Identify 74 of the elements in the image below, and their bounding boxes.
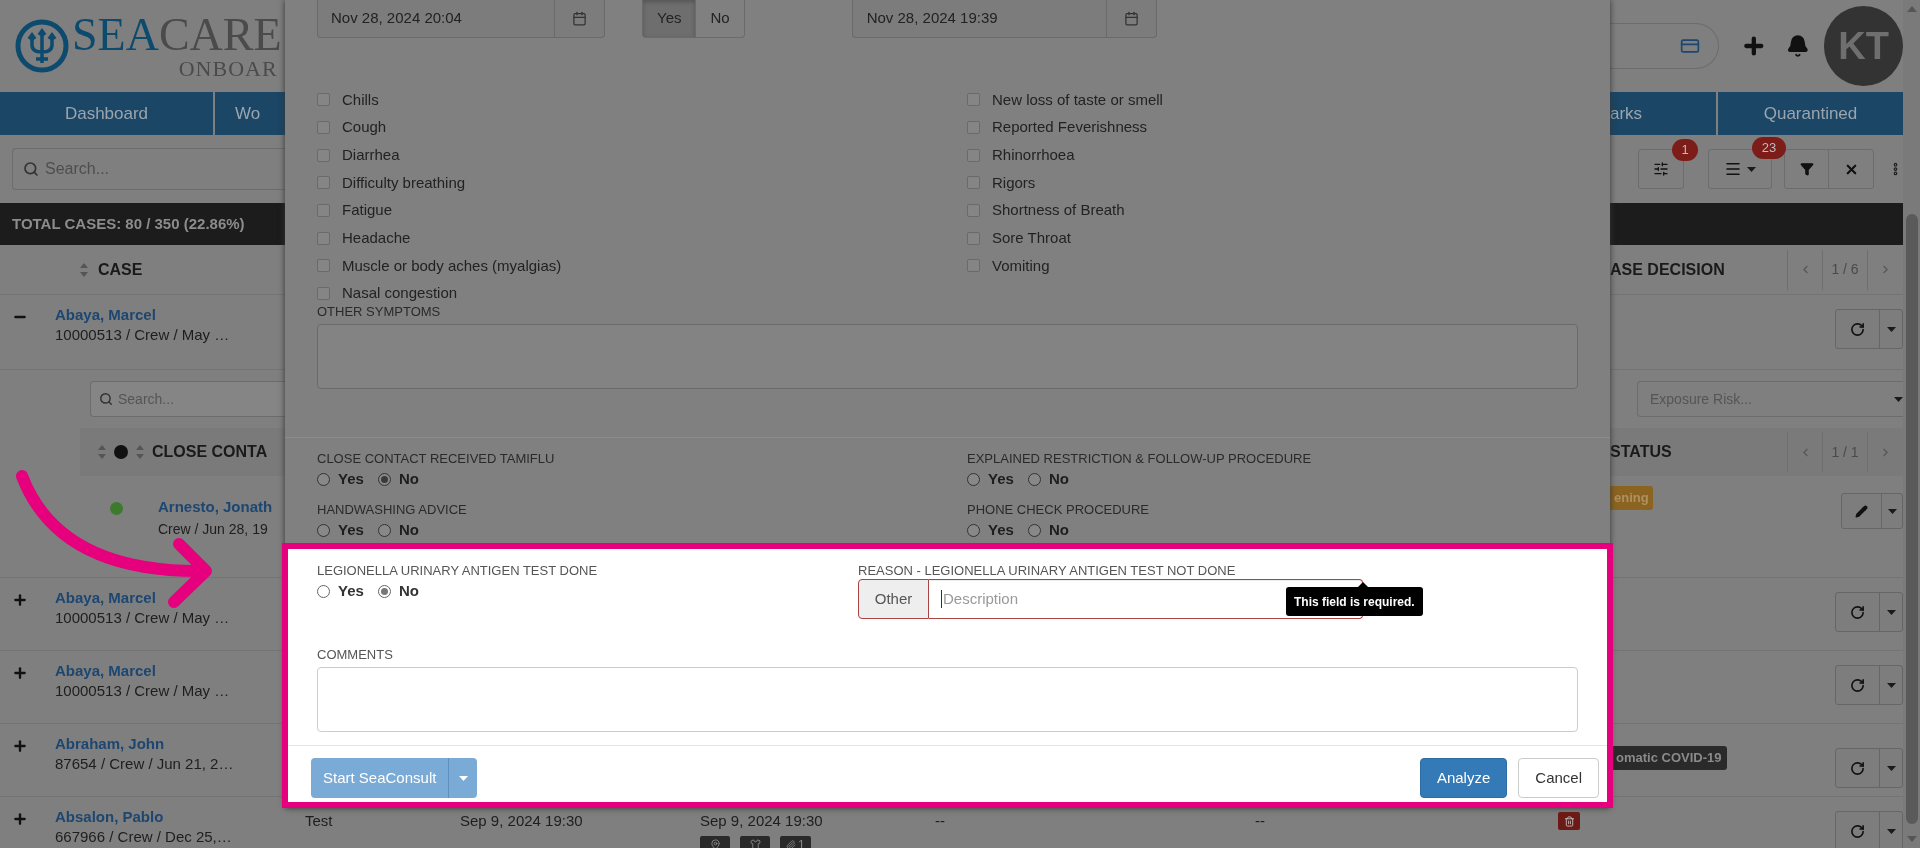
contact-detail: Crew / Jun 28, 19 xyxy=(158,520,269,539)
summary-bar: TOTAL CASES: 80 / 350 (22.86%) xyxy=(0,203,285,245)
symptom-label: Chills xyxy=(342,89,379,110)
case-name-link[interactable]: Abraham, John xyxy=(55,734,234,754)
column-header[interactable]: CASE xyxy=(98,257,143,282)
table-cell-text: Sep 9, 2024 19:30 xyxy=(700,811,824,831)
nav-tab[interactable]: Dashboard xyxy=(0,92,215,135)
option-label: Yes xyxy=(338,469,364,490)
symptom-label: Nasal congestion xyxy=(342,283,458,304)
symptom-label: Rhinorrhoea xyxy=(992,144,1075,165)
option-label: No xyxy=(398,520,419,541)
symptom-label: Reported Feverishness xyxy=(992,117,1148,138)
question-label: LEGIONELLA URINARY ANTIGEN TEST DONE xyxy=(317,563,599,579)
option-label: No xyxy=(398,469,419,490)
field-label: COMMENTS xyxy=(317,647,394,663)
question-label: REASON - LEGIONELLA URINARY ANTIGEN TEST NOT DONE xyxy=(858,563,1237,579)
logo-text: CARE xyxy=(158,12,282,58)
contact-name-link[interactable]: Arnesto, Jonath xyxy=(158,496,273,518)
case-detail: 10000513 / Crew / May … xyxy=(55,608,230,628)
option-label: Yes xyxy=(988,469,1014,490)
field-label: OTHER SYMPTOMS xyxy=(317,303,442,320)
symptom-label: Muscle or body aches (myalgias) xyxy=(342,255,562,276)
symptom-label: Cough xyxy=(342,117,387,138)
nav-tab[interactable]: Wo xyxy=(215,92,285,135)
case-detail: 87654 / Crew / Jun 21, 2… xyxy=(55,754,234,774)
table-cell-text: Sep 9, 2024 19:30 xyxy=(460,811,584,831)
symptom-label: Diarrhea xyxy=(342,144,400,165)
case-name-link[interactable]: Abaya, Marcel xyxy=(55,661,230,681)
logo-text: SEA xyxy=(72,12,159,58)
question-label: EXPLAINED RESTRICTION & FOLLOW-UP PROCEDURE xyxy=(967,450,1313,467)
symptom-label: Headache xyxy=(342,228,411,249)
toggle-button[interactable]: Yes xyxy=(642,0,697,38)
nav-tab[interactable]: Quarantined xyxy=(1718,92,1903,135)
column-header[interactable]: STATUS xyxy=(1610,440,1672,464)
question-label: PHONE CHECK PROCEDURE xyxy=(967,501,1151,518)
option-label: No xyxy=(1048,469,1069,490)
nav-tab[interactable]: arks xyxy=(1610,92,1718,135)
option-label: Yes xyxy=(338,580,364,601)
toggle-button[interactable]: No xyxy=(696,0,745,38)
date-field[interactable]: Nov 28, 2024 20:04 xyxy=(317,0,605,38)
symptom-label: Vomiting xyxy=(992,255,1050,276)
symptom-label: Difficulty breathing xyxy=(342,172,466,193)
table-cell-text: -- xyxy=(1255,811,1265,831)
symptom-label: New loss of taste or smell xyxy=(992,89,1163,110)
case-detail: 10000513 / Crew / May … xyxy=(55,325,230,345)
symptom-label: Rigors xyxy=(992,172,1036,193)
cancel-button[interactable]: Cancel xyxy=(1518,758,1599,798)
table-cell-text: -- xyxy=(935,811,946,831)
option-label: Yes xyxy=(338,520,364,541)
reason-addon: Other xyxy=(858,579,929,619)
count-badge: 23 xyxy=(1752,137,1786,159)
symptom-label: Fatigue xyxy=(342,200,393,221)
analyze-button[interactable]: Analyze xyxy=(1419,758,1508,798)
count-badge: 1 xyxy=(1672,139,1698,161)
table-cell-text: Test xyxy=(305,811,334,831)
question-label: HANDWASHING ADVICE xyxy=(317,501,468,518)
option-label: Yes xyxy=(988,520,1014,541)
symptom-label: Sore Throat xyxy=(992,228,1071,249)
case-name-link[interactable]: Abaya, Marcel xyxy=(55,588,230,608)
question-label: CLOSE CONTACT RECEIVED TAMIFLU xyxy=(317,450,556,467)
attachment-badge: 1 xyxy=(780,835,811,848)
date-field[interactable]: Nov 28, 2024 19:39 xyxy=(851,0,1157,38)
user-avatar[interactable]: KT xyxy=(1824,6,1903,86)
case-detail: 667966 / Crew / Dec 25,… xyxy=(55,827,232,847)
status-tag: ening xyxy=(1610,486,1653,510)
start-consult-button[interactable]: Start SeaConsult xyxy=(311,758,450,798)
column-header[interactable]: ASE DECISION xyxy=(1610,257,1725,282)
case-detail: 10000513 / Crew / May … xyxy=(55,681,230,701)
symptom-label: Shortness of Breath xyxy=(992,200,1125,221)
diagnosis-tag: omatic COVID-19 xyxy=(1610,746,1728,770)
case-name-link[interactable]: Absalon, Pablo xyxy=(55,807,232,827)
case-name-link[interactable]: Abaya, Marcel xyxy=(55,305,230,325)
option-label: No xyxy=(1048,520,1069,541)
option-label: No xyxy=(398,580,419,601)
